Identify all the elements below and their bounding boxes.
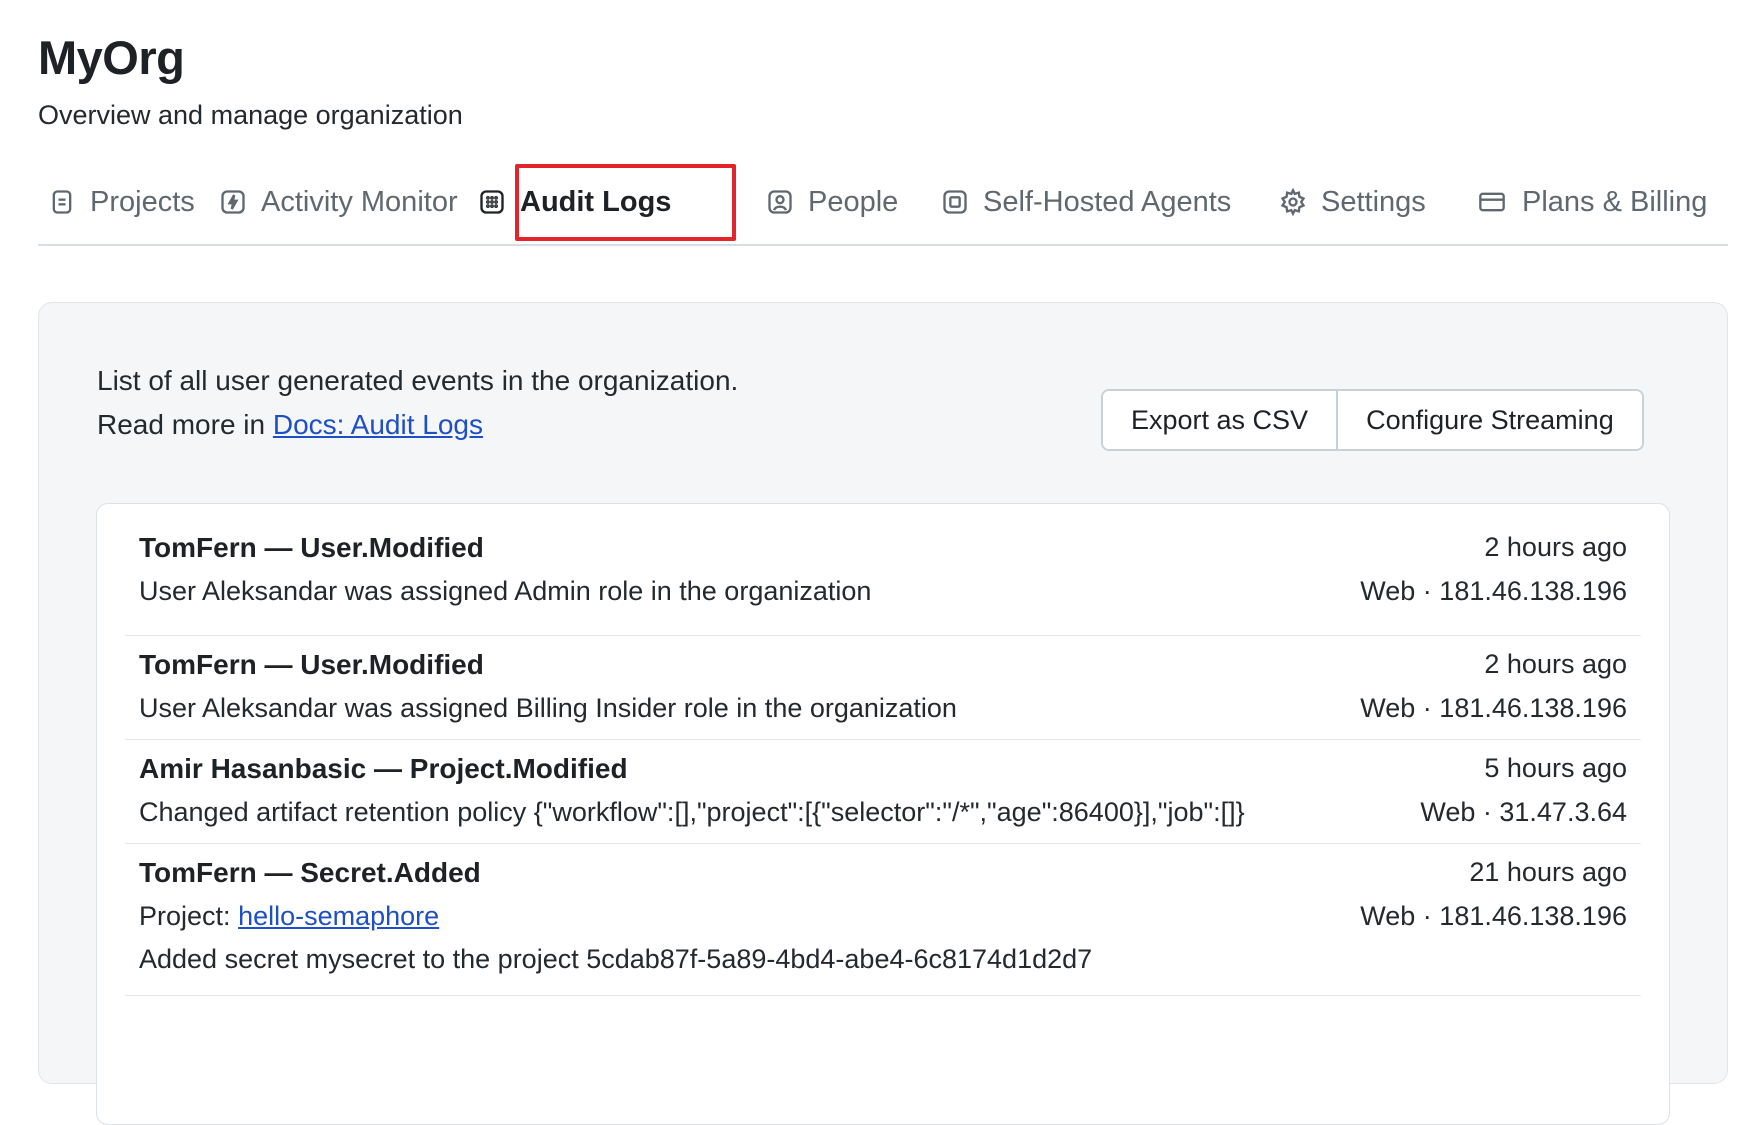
chip-icon [943,190,967,214]
log-description: User Aleksandar was assigned Admin role … [139,576,872,606]
lightning-icon [221,190,245,214]
tab-activity-monitor[interactable]: Activity Monitor [219,160,458,244]
log-description: User Aleksandar was assigned Billing Ins… [139,693,957,723]
page-title: MyOrg [38,31,185,84]
log-title: TomFern — User.Modified [139,649,484,680]
log-source: Web · 181.46.138.196 [1360,901,1627,931]
log-title: Amir Hasanbasic — Project.Modified [139,753,628,784]
read-more-line: Read more in Docs: Audit Logs [97,409,483,441]
project-link[interactable]: hello-semaphore [238,901,439,931]
tab-plans-billing[interactable]: Plans & Billing [1476,160,1707,244]
gear-icon [1280,188,1306,216]
read-more-text: Read more in [97,409,266,440]
page: MyOrg Overview and manage organization P… [0,0,1748,1125]
credit-card-icon [1479,192,1505,212]
grid-icon [480,190,504,214]
tab-label: Activity Monitor [261,185,458,218]
tab-settings[interactable]: Settings [1279,160,1426,244]
docs-audit-logs-link[interactable]: Docs: Audit Logs [273,409,483,440]
page-subtitle: Overview and manage organization [38,100,463,130]
log-source: Web · 31.47.3.64 [1420,797,1627,827]
log-title: TomFern — Secret.Added [139,857,481,888]
log-time: 21 hours ago [1469,857,1627,887]
tab-label: Audit Logs [520,185,672,218]
export-csv-button[interactable]: Export as CSV [1103,391,1337,449]
log-project-line: Project: hello-semaphore [139,901,439,932]
tab-projects[interactable]: Projects [48,160,195,244]
audit-actions: Export as CSV Configure Streaming [1101,389,1644,451]
tab-label: Settings [1321,185,1426,218]
tab-audit-logs[interactable]: Audit Logs [478,160,671,244]
log-time: 2 hours ago [1484,532,1627,562]
tab-label: People [808,185,899,218]
tab-label: Plans & Billing [1522,185,1708,218]
project-prefix: Project: [139,901,231,931]
configure-streaming-button[interactable]: Configure Streaming [1336,391,1642,449]
log-time: 2 hours ago [1484,649,1627,679]
tab-label: Self-Hosted Agents [983,185,1232,218]
list-item: TomFern — User.Modified User Aleksandar … [125,504,1641,636]
list-item: TomFern — User.Modified User Aleksandar … [125,635,1641,740]
audit-logs-panel: List of all user generated events in the… [38,302,1728,1125]
tab-label: Projects [90,185,195,218]
log-title: TomFern — User.Modified [139,532,484,563]
list-item: TomFern — Secret.Added Project: hello-se… [125,843,1641,996]
document-icon [52,190,72,214]
tab-self-hosted-agents[interactable]: Self-Hosted Agents [941,160,1231,244]
tab-bar: Projects Activity Monitor Audit Logs Peo… [38,160,1728,246]
log-time: 5 hours ago [1484,753,1627,783]
audit-log-list: TomFern — User.Modified User Aleksandar … [96,503,1670,1125]
tab-people[interactable]: People [766,160,898,244]
list-item: Amir Hasanbasic — Project.Modified Chang… [125,739,1641,844]
log-source: Web · 181.46.138.196 [1360,693,1627,723]
audit-intro-text: List of all user generated events in the… [97,365,739,396]
log-description: Added secret mysecret to the project 5cd… [139,944,1093,974]
log-source: Web · 181.46.138.196 [1360,576,1627,606]
person-icon [768,190,792,214]
log-description: Changed artifact retention policy {"work… [139,797,1245,827]
